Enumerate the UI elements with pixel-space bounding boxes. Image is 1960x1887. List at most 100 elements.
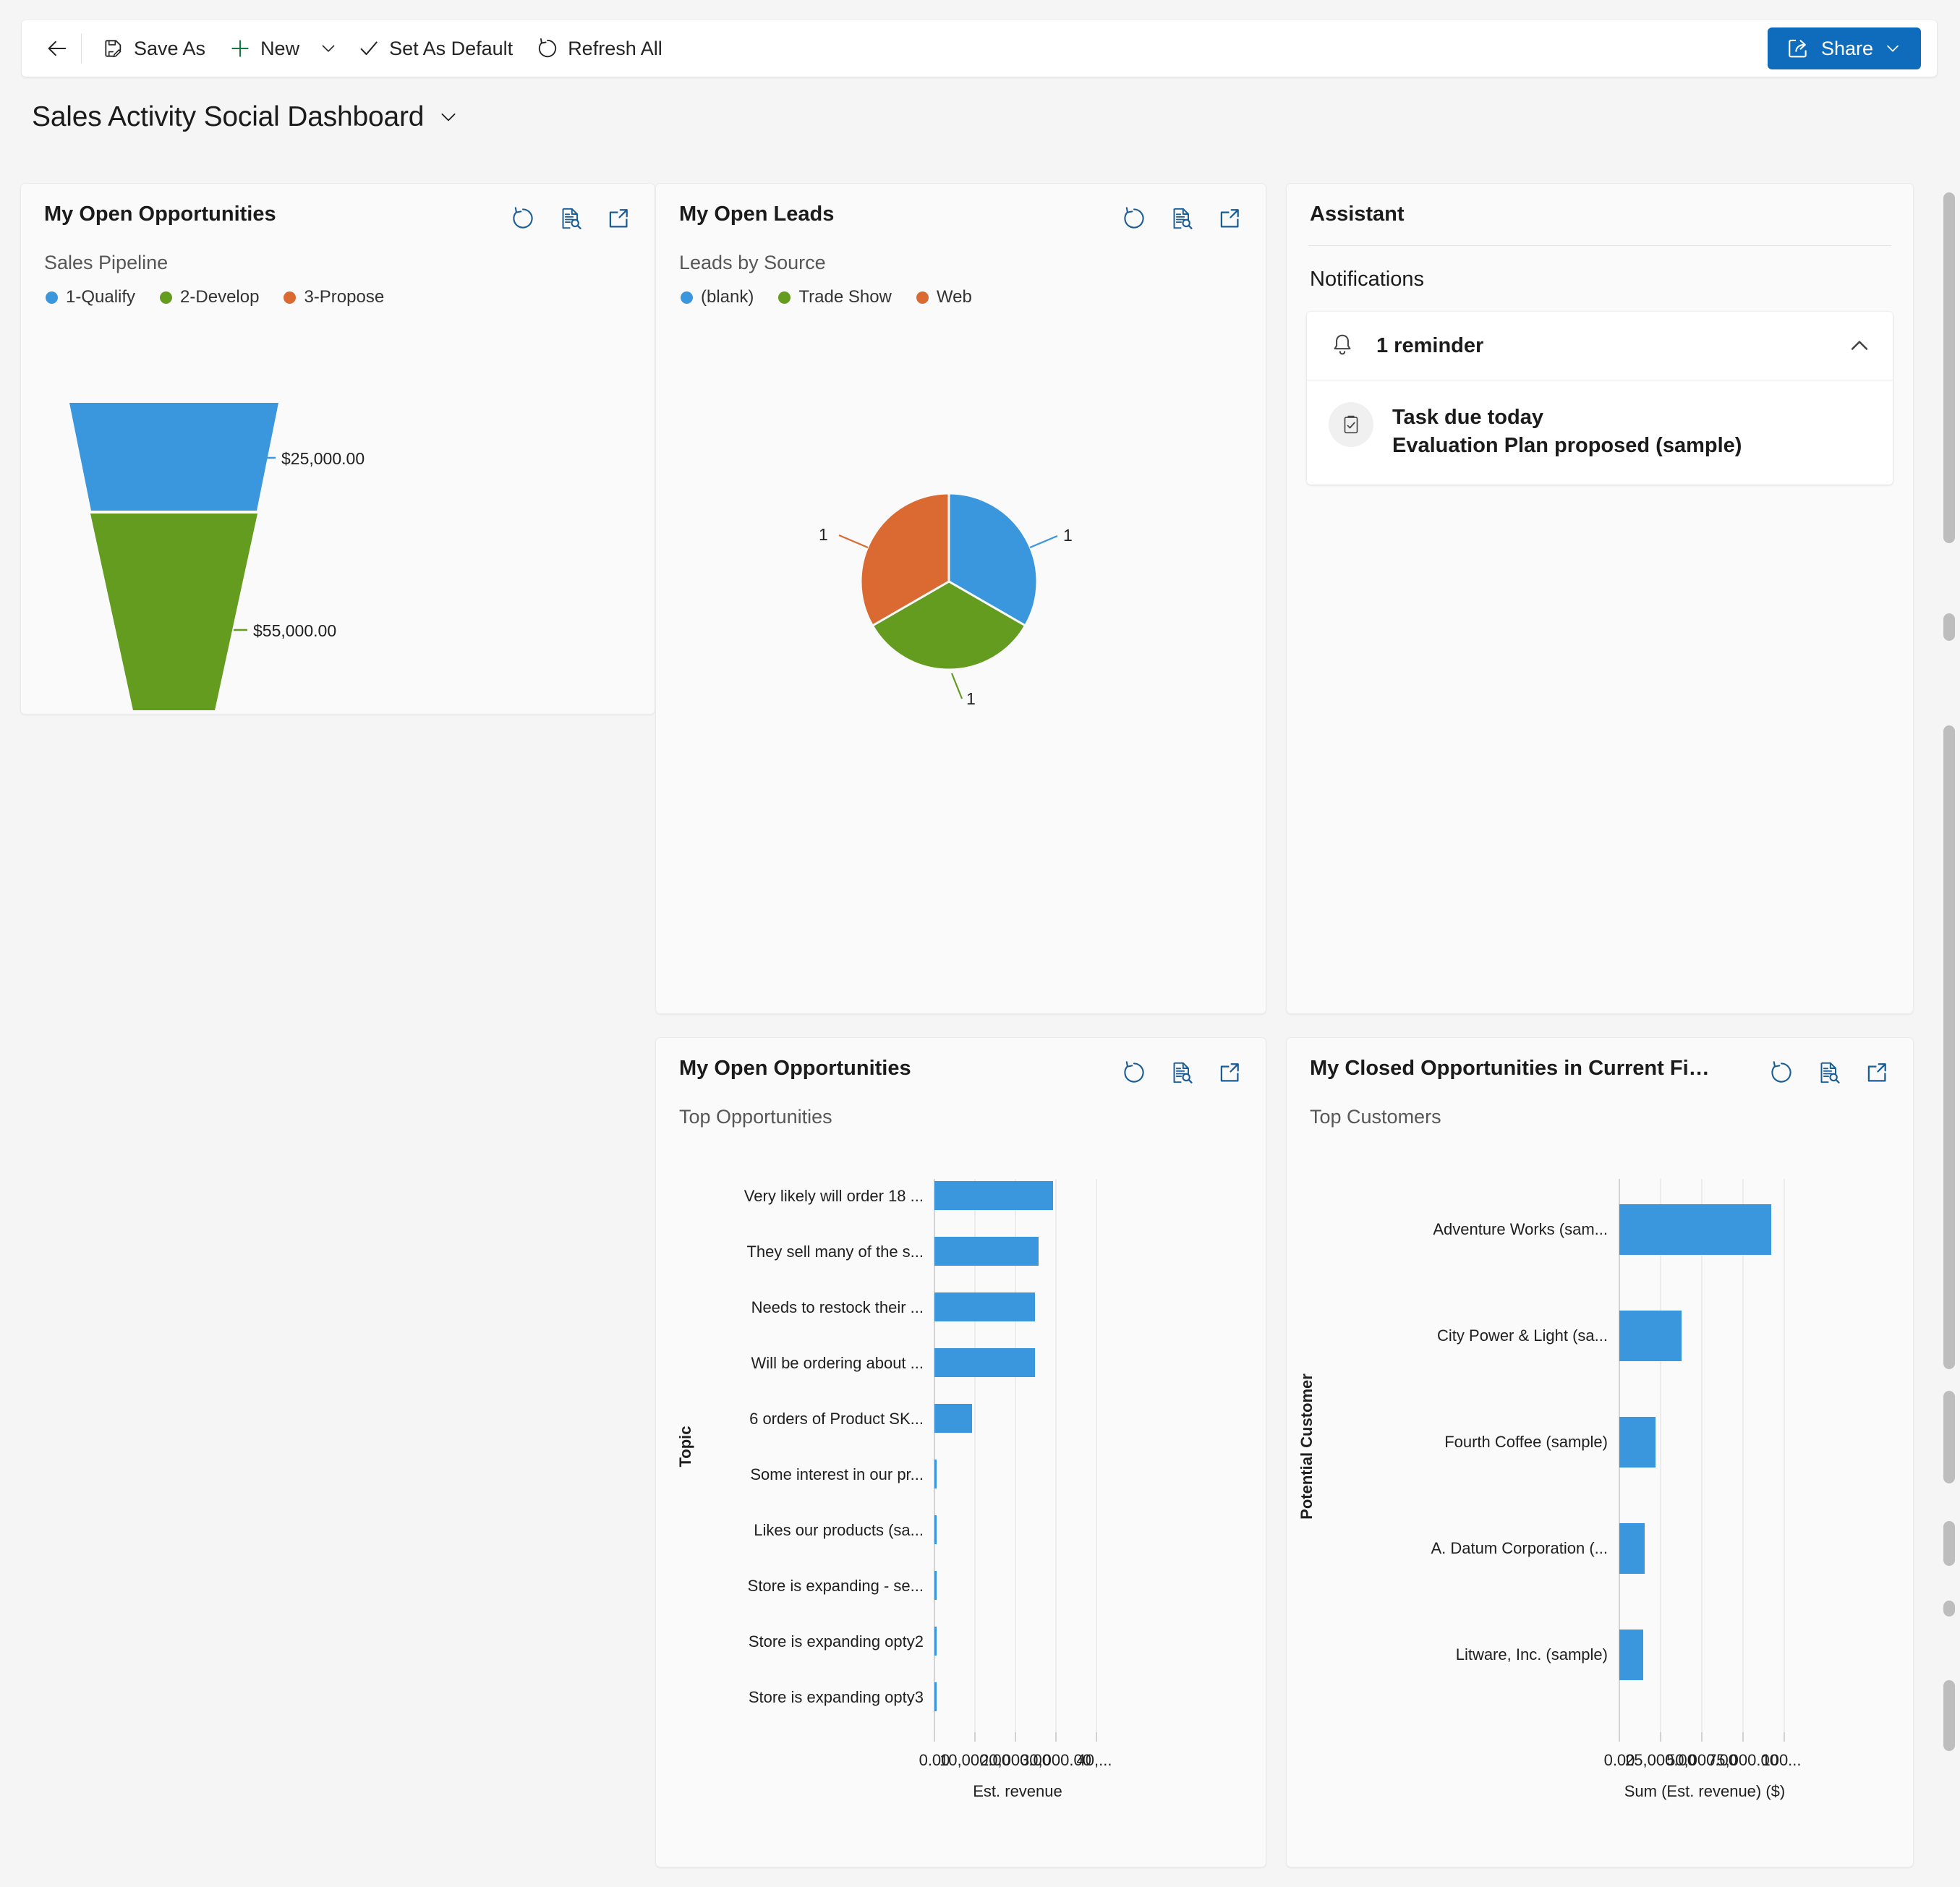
scrollbar-thumb-small-3[interactable] xyxy=(1943,1521,1955,1566)
card-title: My Open Opportunities xyxy=(44,203,276,226)
card-title: My Open Leads xyxy=(679,203,835,226)
expand-icon-button[interactable] xyxy=(1862,1058,1891,1087)
pie-chart: 1 1 1 xyxy=(656,430,1267,936)
new-dropdown-button[interactable] xyxy=(311,28,346,69)
legend-label: (blank) xyxy=(701,287,754,307)
legend-label: 2-Develop xyxy=(180,287,260,307)
reminder-item-subject: Evaluation Plan proposed (sample) xyxy=(1392,434,1742,458)
y-tick-label: Fourth Coffee (sample) xyxy=(1444,1433,1608,1451)
card-action-group xyxy=(1120,1057,1244,1087)
top-customers-svg: Adventure Works (sam... City Power & Lig… xyxy=(1298,1179,1802,1800)
refresh-all-button[interactable]: Refresh All xyxy=(524,28,674,69)
refresh-icon-button[interactable] xyxy=(508,204,537,233)
refresh-icon xyxy=(1771,1061,1791,1083)
view-records-icon-button[interactable] xyxy=(1167,204,1196,233)
y-tick-label: Store is expanding - se... xyxy=(748,1577,924,1595)
legend-label: 1-Qualify xyxy=(66,287,136,307)
legend-item[interactable]: Trade Show xyxy=(778,287,892,307)
scrollbar-thumb-small-4[interactable] xyxy=(1943,1601,1955,1616)
expand-icon-button[interactable] xyxy=(1215,1058,1244,1087)
expand-icon-button[interactable] xyxy=(1215,204,1244,233)
y-tick-label: Needs to restock their ... xyxy=(751,1298,924,1316)
y-tick-label: Will be ordering about ... xyxy=(751,1354,924,1372)
bar[interactable] xyxy=(934,1404,972,1433)
scrollbar-thumb-large-2[interactable] xyxy=(1943,725,1955,1369)
bar[interactable] xyxy=(934,1181,1053,1210)
set-as-default-button[interactable]: Set As Default xyxy=(346,28,524,69)
bar[interactable] xyxy=(934,1515,937,1544)
scrollbar-thumb-small-1[interactable] xyxy=(1943,613,1955,641)
bar[interactable] xyxy=(1619,1311,1682,1361)
y-tick-label: A. Datum Corporation (... xyxy=(1431,1539,1608,1557)
legend-item[interactable]: 1-Qualify xyxy=(46,287,135,307)
scrollbar-thumb-small-5[interactable] xyxy=(1943,1680,1955,1751)
refresh-icon xyxy=(1124,1061,1144,1083)
x-tick-labels: 0.00 10,000.00 20,000.00 30,000.00 40,..… xyxy=(919,1751,1112,1769)
toolbar-divider xyxy=(81,33,82,64)
card-title: My Open Opportunities xyxy=(679,1057,911,1080)
card-subtitle: Sales Pipeline xyxy=(44,252,169,273)
bar[interactable] xyxy=(934,1237,1039,1266)
chevron-down-icon xyxy=(322,45,335,52)
bar[interactable] xyxy=(934,1571,937,1600)
reminder-item-text: Task due today Evaluation Plan proposed … xyxy=(1392,402,1742,460)
reminder-item[interactable]: Task due today Evaluation Plan proposed … xyxy=(1307,380,1893,485)
bar-series xyxy=(934,1181,1053,1711)
chevron-up-icon xyxy=(1851,341,1868,350)
bar[interactable] xyxy=(934,1460,937,1488)
expand-icon xyxy=(609,209,628,228)
reminder-group-header[interactable]: 1 reminder xyxy=(1307,312,1893,380)
y-tick-label: 6 orders of Product SK... xyxy=(749,1410,924,1428)
legend-item[interactable]: 2-Develop xyxy=(160,287,259,307)
view-records-icon-button[interactable] xyxy=(1815,1058,1844,1087)
refresh-icon-button[interactable] xyxy=(1120,204,1149,233)
pie-callout-line xyxy=(838,534,869,549)
view-records-icon-button[interactable] xyxy=(556,204,585,233)
funnel-chart: $25,000.00 $55,000.00 $36,000.00 xyxy=(21,385,656,710)
legend-label: 3-Propose xyxy=(304,287,385,307)
funnel-segment-develop[interactable] xyxy=(90,514,257,710)
x-tick-marks xyxy=(934,1732,1097,1742)
bar[interactable] xyxy=(1619,1204,1771,1255)
card-header: My Closed Opportunities in Current Fisca… xyxy=(1287,1038,1913,1087)
back-button[interactable] xyxy=(38,29,77,68)
y-axis-title: Topic xyxy=(676,1426,694,1467)
scrollbar-thumb-small-2[interactable] xyxy=(1943,1391,1955,1483)
y-tick-label: Likes our products (sa... xyxy=(754,1521,924,1539)
legend-item[interactable]: (blank) xyxy=(681,287,754,307)
expand-icon-button[interactable] xyxy=(604,204,633,233)
card-assistant: Assistant Notifications 1 reminder Task … xyxy=(1286,183,1914,1014)
bar[interactable] xyxy=(1619,1523,1645,1574)
bar[interactable] xyxy=(1619,1630,1643,1680)
legend-item[interactable]: 3-Propose xyxy=(284,287,384,307)
view-records-icon xyxy=(1820,1062,1840,1083)
refresh-icon-button[interactable] xyxy=(1120,1058,1149,1087)
page-title: Sales Activity Social Dashboard xyxy=(32,101,425,132)
share-button[interactable]: Share xyxy=(1767,27,1921,69)
bar[interactable] xyxy=(934,1348,1035,1377)
page-scrollbar-thumb[interactable] xyxy=(1943,192,1955,543)
refresh-icon-button[interactable] xyxy=(1767,1058,1796,1087)
bar[interactable] xyxy=(934,1682,937,1711)
reminder-item-title: Task due today xyxy=(1392,406,1543,429)
new-button[interactable]: New xyxy=(217,28,311,69)
funnel-segment-qualify[interactable] xyxy=(69,403,278,511)
card-my-open-leads: My Open Leads Leads by Source (blank) Tr… xyxy=(655,183,1266,1014)
page-title-selector[interactable]: Sales Activity Social Dashboard xyxy=(32,101,460,133)
bar[interactable] xyxy=(934,1292,1035,1321)
x-tick-labels: 0.00 25,000.00 50,000.00 75,000.00 100..… xyxy=(1604,1751,1802,1769)
refresh-icon xyxy=(513,207,533,229)
view-records-icon-button[interactable] xyxy=(1167,1058,1196,1087)
legend-item[interactable]: Web xyxy=(916,287,972,307)
bar[interactable] xyxy=(1619,1417,1656,1468)
y-tick-label: Store is expanding opty2 xyxy=(749,1632,924,1650)
chevron-down-icon xyxy=(1887,45,1899,52)
legend-swatch xyxy=(46,291,58,304)
y-tick-label: They sell many of the s... xyxy=(746,1243,924,1261)
expand-icon xyxy=(1220,1063,1239,1082)
bar[interactable] xyxy=(934,1627,937,1656)
card-header: My Open Leads xyxy=(656,184,1266,233)
reminder-count-label: 1 reminder xyxy=(1376,333,1484,357)
page-scrollbar[interactable] xyxy=(1941,179,1957,1879)
save-as-button[interactable]: Save As xyxy=(90,28,217,69)
